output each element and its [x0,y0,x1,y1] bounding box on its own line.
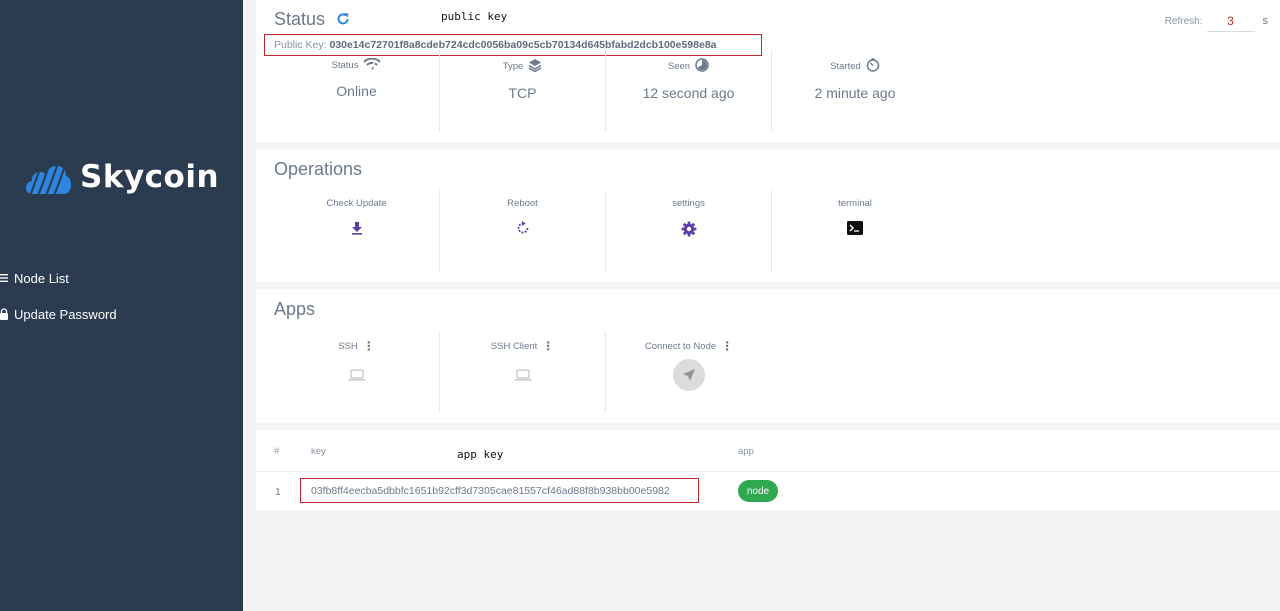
app-key-box: 03fb8ff4eecba5dbbfc1651b92cff3d7305cae81… [300,478,699,503]
logo-text: Skycoin [80,159,220,195]
more-vert-icon[interactable]: ⋮ [542,339,554,353]
apps-cells: SSH ⋮ SSH Client ⋮ Connect to Node ⋮ [274,331,772,413]
operations-card: Operations Check Update Reboot settings [256,149,1280,282]
terminal-icon [772,221,938,235]
status-title: Status [274,9,326,29]
app-ssh-client: SSH Client ⋮ [440,331,606,413]
cell-label: Connect to Node [644,340,717,352]
app-badge[interactable]: node [738,480,778,502]
refresh-label: Refresh: [1164,15,1203,27]
laptop-icon[interactable] [274,369,439,381]
cell-value: 2 minute ago [814,85,896,101]
refresh-control: Refresh: s [1165,10,1268,32]
app-key-annotation: app key [457,448,504,461]
status-cell-type: Type TCP [440,50,606,132]
list-icon [0,273,14,283]
cell-label: Status [331,60,359,71]
sidebar-item-update-password[interactable]: Update Password [0,296,243,332]
apps-card: Apps SSH ⋮ SSH Client ⋮ Connect to Node … [256,289,1280,423]
status-cell-status: Status Online [274,50,440,132]
cell-label: Started [830,61,861,72]
operations-title: Operations [274,159,363,179]
gear-icon [606,221,771,237]
reboot-button[interactable]: Reboot [440,190,606,272]
cell-label: terminal [838,198,872,209]
terminal-button[interactable]: terminal [772,190,938,272]
apps-table: # key app key app 1 03fb8ff4eecba5dbbfc1… [256,430,1280,510]
status-title-wrap: Status [274,9,350,31]
sidebar-nav: Node List Update Password [0,260,243,332]
header-index: # [274,446,280,457]
status-cells: Status Online Type TCP Seen 12 second ag… [274,50,938,132]
cell-label: Check Update [326,198,387,209]
laptop-icon[interactable] [440,369,605,381]
cell-label: Type [502,61,524,72]
sidebar-item-node-list[interactable]: Node List [0,260,243,296]
lock-icon [0,308,14,320]
layers-icon [528,58,542,75]
wifi-icon [363,57,382,73]
sidebar-item-label: Node List [14,270,69,286]
cell-label: Reboot [507,198,538,209]
skycoin-logo[interactable]: Skycoin [24,158,219,196]
cell-value: 12 second ago [642,85,735,101]
timer-icon [866,58,880,75]
cell-label: settings [672,198,705,209]
status-cell-seen: Seen 12 second ago [606,50,772,132]
refresh-icon[interactable] [336,10,350,31]
status-cell-started: Started 2 minute ago [772,50,938,132]
more-vert-icon[interactable]: ⋮ [721,339,733,353]
reboot-icon [440,221,605,235]
cell-value: TCP [508,85,537,101]
send-icon[interactable] [673,359,705,391]
download-icon [274,221,439,235]
status-card: Status public key Public Key: 030e14c727… [256,0,1280,142]
sidebar-item-label: Update Password [14,306,117,322]
header-key: key [311,446,326,457]
cell-label: SSH [338,340,358,352]
settings-button[interactable]: settings [606,190,772,272]
apps-title: Apps [274,299,316,319]
more-vert-icon[interactable]: ⋮ [363,339,375,353]
header-app: app [738,446,754,457]
table-divider [256,471,1280,472]
operations-cells: Check Update Reboot settings terminal [274,190,938,272]
refresh-unit: s [1262,15,1269,27]
cloud-logo-icon [26,165,72,194]
cell-label: Seen [667,61,691,72]
row-index: 1 [275,486,281,498]
check-update-button[interactable]: Check Update [274,190,440,272]
refresh-interval-input[interactable] [1206,10,1255,32]
pie-clock-icon [695,58,709,75]
app-key-value: 03fb8ff4eecba5dbbfc1651b92cff3d7305cae81… [311,485,670,497]
public-key-annotation: public key [441,10,508,23]
sidebar: Skycoin Node List Update Password [0,0,243,611]
app-connect-to-node: Connect to Node ⋮ [606,331,772,413]
cell-value: Online [336,83,377,99]
cell-label: SSH Client [490,340,538,352]
app-ssh: SSH ⋮ [274,331,440,413]
